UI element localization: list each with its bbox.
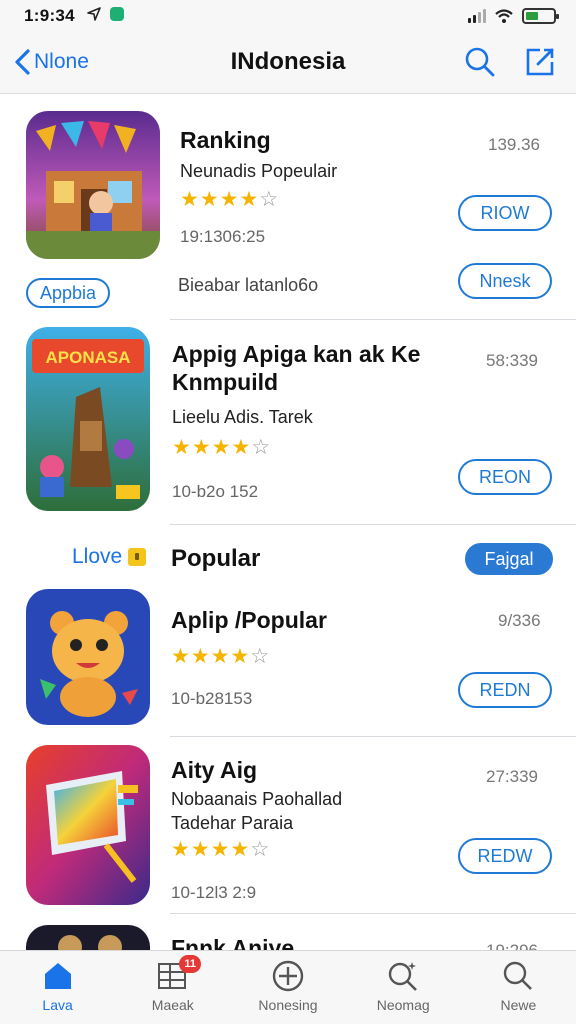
ranking-app-icon bbox=[26, 111, 160, 259]
aponasa-app-icon: APONASA bbox=[26, 327, 150, 511]
app-count: 9/336 bbox=[498, 611, 541, 630]
get-button[interactable]: RIOW bbox=[458, 195, 552, 231]
divider bbox=[170, 524, 576, 525]
chevron-left-icon bbox=[15, 49, 30, 75]
search-icon bbox=[504, 961, 533, 990]
tab-label: Maeak bbox=[151, 997, 194, 1013]
app-subtitle: Neunadis Popeulair bbox=[180, 161, 338, 181]
tab-label: Nonesing bbox=[258, 997, 318, 1013]
wifi-icon bbox=[495, 9, 513, 23]
section-tag-button[interactable]: Fajgal bbox=[465, 543, 553, 575]
app-subtitle: Lieelu Adis. Tarek bbox=[172, 407, 313, 427]
partial-app-icon bbox=[26, 925, 150, 950]
compose-icon[interactable] bbox=[524, 46, 556, 78]
tab-bar: Lava 11 Maeak Nonesing Neomag Newe bbox=[0, 950, 576, 1024]
rating-stars: ★★★★☆ bbox=[171, 838, 271, 861]
divider bbox=[170, 913, 576, 914]
app-title: Appig Apiga kan ak Ke bbox=[172, 341, 421, 367]
get-button[interactable]: REDN bbox=[458, 672, 552, 708]
notification-badge: 11 bbox=[179, 955, 202, 973]
app-count: 139.36 bbox=[488, 135, 540, 154]
paint-app-icon bbox=[26, 745, 150, 905]
tab-neomag[interactable]: Neomag bbox=[346, 951, 461, 1024]
app-list: Ranking Neunadis Popeulair ★★★★☆ 19:1306… bbox=[0, 95, 576, 950]
get-button[interactable]: REON bbox=[458, 459, 552, 495]
search-icon[interactable] bbox=[464, 46, 496, 78]
app-count: 58:339 bbox=[486, 351, 538, 370]
battery-icon bbox=[522, 8, 559, 24]
location-arrow-icon bbox=[87, 7, 101, 21]
section-title: Popular bbox=[171, 545, 261, 572]
app-count: 27:339 bbox=[486, 767, 538, 786]
status-time: 1:9:34 bbox=[24, 6, 75, 25]
app-subtitle: Nobaanais Paohallad bbox=[171, 789, 343, 809]
app-link-button[interactable]: Appbia bbox=[26, 278, 110, 308]
add-circle-icon bbox=[272, 960, 304, 992]
app-meta: 10-12l3 2:9 bbox=[171, 883, 257, 902]
tab-label: Newe bbox=[500, 997, 537, 1013]
divider bbox=[170, 319, 576, 320]
app-meta: 19:1306:25 bbox=[180, 227, 266, 246]
love-link[interactable]: Llove bbox=[72, 545, 147, 569]
back-label: Nlone bbox=[34, 50, 89, 73]
tab-nonesing[interactable]: Nonesing bbox=[230, 951, 345, 1024]
signal-icon bbox=[468, 9, 486, 23]
tab-label: Lava bbox=[42, 997, 73, 1013]
app-title: Aplip /Popular bbox=[171, 607, 327, 633]
app-count: 19:296 bbox=[486, 941, 538, 950]
lock-icon bbox=[128, 548, 147, 566]
tab-label: Neomag bbox=[376, 997, 430, 1013]
app-title: Ranking bbox=[180, 127, 271, 153]
app-title: Aity Aig bbox=[171, 757, 258, 783]
tab-maeak[interactable]: 11 Maeak bbox=[115, 951, 230, 1024]
app-meta: 10-b28153 bbox=[171, 689, 253, 708]
secondary-button[interactable]: Nnesk bbox=[458, 263, 552, 299]
rating-stars: ★★★★☆ bbox=[171, 645, 271, 668]
aponasa-icon-label: APONASA bbox=[45, 348, 130, 367]
love-label: Llove bbox=[72, 545, 123, 568]
home-icon bbox=[44, 963, 71, 989]
back-button[interactable]: Nlone bbox=[12, 48, 89, 76]
app-indicator-icon bbox=[110, 7, 124, 21]
tab-lava[interactable]: Lava bbox=[0, 951, 115, 1024]
rating-stars: ★★★★☆ bbox=[172, 436, 272, 459]
app-title: Fnnk Aniye bbox=[171, 935, 295, 950]
tab-newe[interactable]: Newe bbox=[461, 951, 576, 1024]
app-extra-text: Bieabar latanlo6o bbox=[178, 275, 319, 295]
app-meta: 10-b2o 152 bbox=[172, 482, 259, 501]
status-bar: 1:9:34 bbox=[0, 0, 576, 34]
bear-app-icon bbox=[26, 589, 150, 725]
search-sparkle-icon bbox=[389, 962, 418, 991]
app-subtitle-line2: Tadehar Paraia bbox=[171, 813, 294, 833]
rating-stars: ★★★★☆ bbox=[180, 188, 280, 211]
app-title-line2: Knmpuild bbox=[172, 369, 279, 395]
get-button[interactable]: REDW bbox=[458, 838, 552, 874]
divider bbox=[170, 736, 576, 737]
